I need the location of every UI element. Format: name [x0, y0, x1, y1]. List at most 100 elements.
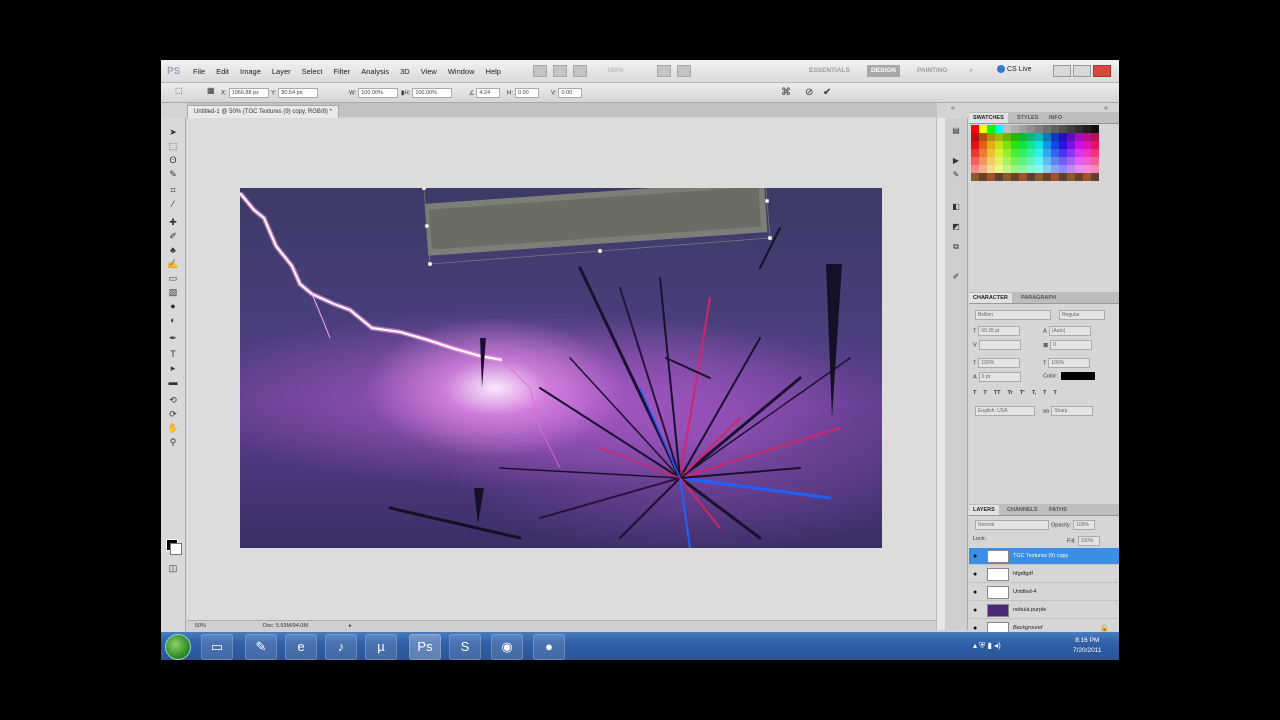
history-panel-icon[interactable]: ▤	[950, 126, 962, 137]
font-family-select[interactable]: Bellion	[973, 310, 1051, 320]
color-swatch[interactable]	[1083, 125, 1091, 133]
color-swatch[interactable]	[1059, 157, 1067, 165]
utorrent-icon[interactable]: µ	[365, 634, 397, 660]
color-swatch[interactable]	[1035, 157, 1043, 165]
color-swatch[interactable]	[1059, 133, 1067, 141]
antialias-value[interactable]: Sharp	[1051, 406, 1094, 416]
angle-input[interactable]: 4.24	[476, 88, 501, 98]
status-zoom[interactable]: 50%	[195, 623, 206, 629]
marquee-tool-icon[interactable]: ⬚	[167, 140, 179, 152]
eye-icon[interactable]: ●	[973, 553, 977, 560]
color-swatch[interactable]	[1035, 149, 1043, 157]
tab-channels[interactable]: CHANNELS	[1003, 505, 1042, 515]
system-tray-icons[interactable]: ▴ ⛨ ▮ ◂)	[973, 641, 1001, 651]
eye-icon[interactable]: ●	[973, 571, 977, 578]
color-swatch[interactable]	[1051, 133, 1059, 141]
color-swatch[interactable]	[971, 141, 979, 149]
fill-value[interactable]: 100%	[1077, 536, 1100, 546]
color-swatch[interactable]	[1091, 125, 1099, 133]
y-field[interactable]: Y: 80.54 px	[271, 88, 319, 98]
actions-panel-icon[interactable]: ▶	[950, 156, 962, 167]
color-swatch[interactable]	[987, 157, 995, 165]
history-brush-tool-icon[interactable]: ✍	[167, 258, 179, 270]
color-swatch[interactable]	[1075, 173, 1083, 181]
color-swatch[interactable]	[1083, 141, 1091, 149]
blend-mode-select[interactable]: Normal	[973, 520, 1049, 530]
color-swatch[interactable]	[1011, 173, 1019, 181]
color-swatch[interactable]	[1011, 125, 1019, 133]
color-swatch[interactable]	[1003, 125, 1011, 133]
color-swatch[interactable]	[1019, 133, 1027, 141]
collapse-panels-icon[interactable]: «	[951, 105, 955, 112]
color-swatch[interactable]	[1051, 125, 1059, 133]
opacity-field[interactable]: Opacity: 100%	[1051, 520, 1096, 530]
cs-live-button[interactable]: CS Live	[997, 65, 1032, 73]
color-swatch[interactable]	[1091, 157, 1099, 165]
menu-window[interactable]: Window	[448, 67, 475, 76]
color-swatch[interactable]	[1067, 149, 1075, 157]
color-swatch[interactable]	[1011, 133, 1019, 141]
color-swatch[interactable]	[1067, 125, 1075, 133]
color-swatch[interactable]	[1019, 141, 1027, 149]
color-swatch[interactable]	[1043, 133, 1051, 141]
eyedropper-tool-icon[interactable]: ⁄	[167, 198, 179, 210]
color-swatch[interactable]	[1003, 165, 1011, 173]
color-swatch[interactable]	[995, 157, 1003, 165]
color-swatch[interactable]	[987, 165, 995, 173]
baseline-field[interactable]: A0 pt	[973, 372, 1021, 382]
eye-icon[interactable]: ●	[973, 625, 977, 632]
color-swatch[interactable]	[1091, 141, 1099, 149]
eye-icon[interactable]: ●	[973, 589, 977, 596]
color-swatch[interactable]	[979, 133, 987, 141]
vskew-input[interactable]: 0.00	[558, 88, 583, 98]
menu-file[interactable]: File	[193, 67, 205, 76]
x-field[interactable]: X: 1066.88 px	[221, 88, 269, 98]
swatch-grid[interactable]	[971, 125, 1099, 181]
color-swatch[interactable]	[971, 173, 979, 181]
underline-button[interactable]: T	[1043, 390, 1046, 396]
gradient-tool-icon[interactable]: ▧	[167, 286, 179, 298]
path-selection-tool-icon[interactable]: ▸	[167, 362, 179, 374]
color-swatch[interactable]	[987, 141, 995, 149]
opacity-value[interactable]: 100%	[1073, 520, 1096, 530]
background-color-swatch[interactable]	[170, 543, 182, 555]
skype-icon[interactable]: S	[449, 634, 481, 660]
masks-panel-icon[interactable]: ◩	[950, 222, 962, 233]
color-swatch[interactable]	[1091, 149, 1099, 157]
reference-point-icon[interactable]: ▦	[207, 86, 215, 95]
h-field[interactable]: ▮H: 100.00%	[401, 88, 453, 98]
globe-icon[interactable]: ●	[533, 634, 565, 660]
text-color-swatch[interactable]	[1060, 372, 1095, 380]
color-swatch[interactable]	[1067, 165, 1075, 173]
vertical-scrollbar[interactable]	[936, 118, 945, 630]
warp-mode-icon[interactable]: ⌘	[781, 87, 791, 98]
x-input[interactable]: 1066.88 px	[228, 88, 269, 98]
font-size-value[interactable]: 60.26 pt	[978, 326, 1021, 336]
pen-tool-icon[interactable]: ✒	[167, 332, 179, 344]
taskbar-clock[interactable]: 8:16 PM 7/20/2011	[1073, 636, 1101, 656]
blend-mode-value[interactable]: Normal	[975, 520, 1049, 530]
color-swatch[interactable]	[1003, 133, 1011, 141]
menu-select[interactable]: Select	[302, 67, 323, 76]
document-image[interactable]	[240, 188, 882, 548]
color-swatch[interactable]	[979, 157, 987, 165]
color-swatch[interactable]	[1003, 141, 1011, 149]
tracking-field[interactable]: ▦ 0	[1043, 340, 1093, 350]
close-button[interactable]	[1093, 65, 1111, 77]
w-input[interactable]: 100.00%	[358, 88, 399, 98]
color-swatch[interactable]	[1027, 141, 1035, 149]
font-style-select[interactable]: Regular	[1057, 310, 1105, 320]
color-swatch[interactable]	[1051, 165, 1059, 173]
menu-filter[interactable]: Filter	[334, 67, 351, 76]
color-swatch[interactable]	[1059, 173, 1067, 181]
color-swatch[interactable]	[1067, 133, 1075, 141]
photoshop-taskbar-icon[interactable]: Ps	[409, 634, 441, 660]
workspace-essentials[interactable]: ESSENTIALS	[805, 65, 854, 77]
vscale-value[interactable]: 100%	[978, 358, 1021, 368]
dodge-tool-icon[interactable]: ◐	[167, 314, 179, 326]
color-swatch[interactable]	[995, 149, 1003, 157]
status-doc-size[interactable]: Doc: 5.93M/94.0M	[263, 623, 308, 629]
text-color-field[interactable]: Color:	[1043, 372, 1095, 380]
color-swatch[interactable]	[1067, 173, 1075, 181]
shape-tool-icon[interactable]: ▬	[167, 376, 179, 388]
